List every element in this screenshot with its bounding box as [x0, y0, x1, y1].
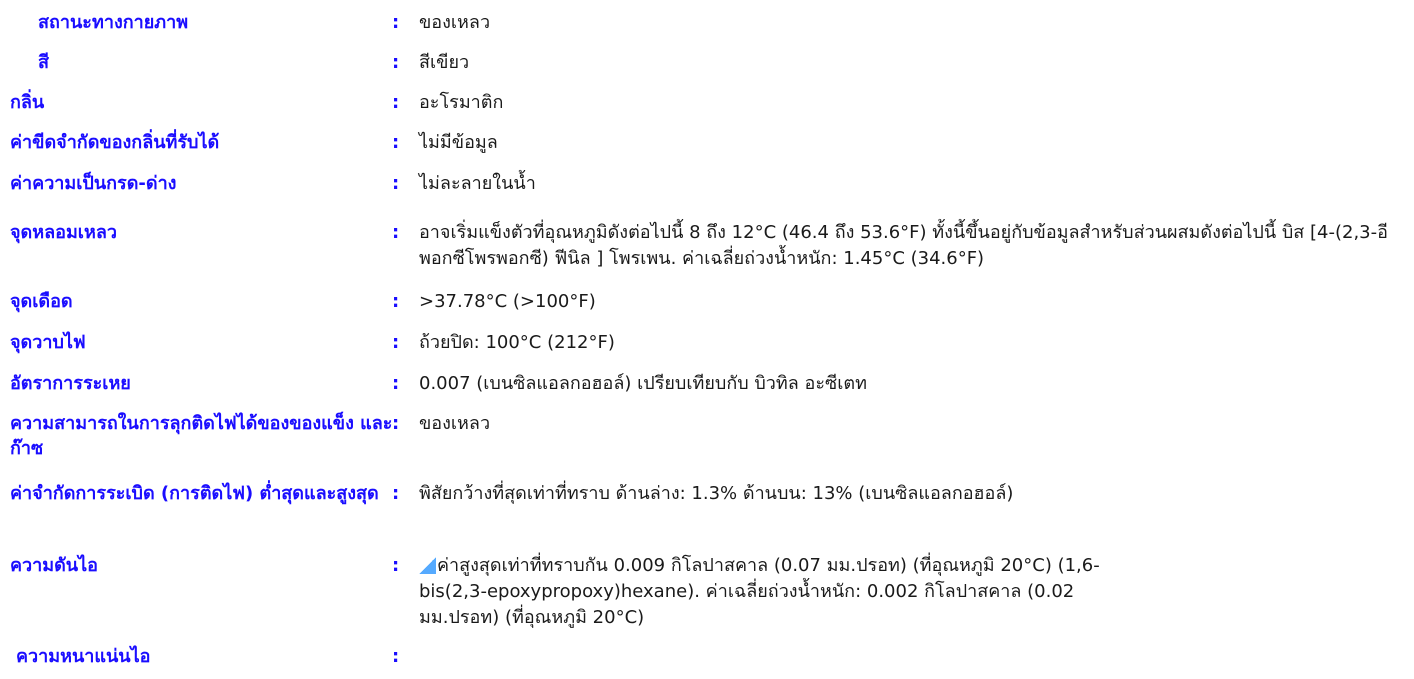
colon-separator: :: [392, 173, 400, 194]
colon-separator: :: [392, 483, 400, 504]
property-value: พิสัยกว้างที่สุดเท่าที่ทราบ ด้านล่าง: 1.…: [419, 483, 1014, 504]
property-value: ไม่ละลายในน้ำ: [419, 173, 536, 194]
colon-separator: :: [392, 291, 400, 312]
property-value: 0.007 (เบนซิลแอลกอฮอล์) เปรียบเทียบกับ บ…: [419, 373, 867, 394]
property-label: กลิ่น: [10, 92, 45, 113]
property-value: ของเหลว: [419, 413, 491, 434]
property-value: ค่าสูงสุดเท่าที่ทราบกัน 0.009 กิโลปาสคาล…: [419, 553, 1119, 631]
colon-separator: :: [392, 132, 400, 153]
property-label: ค่าความเป็นกรด-ด่าง: [10, 173, 177, 194]
property-value: อาจเริ่มแข็งตัวที่อุณหภูมิดังต่อไปนี้ 8 …: [419, 222, 1388, 269]
property-label: ความสามารถในการลุกติดไฟได้ของของแข็ง และ…: [10, 413, 393, 459]
property-value-text: ค่าสูงสุดเท่าที่ทราบกัน 0.009 กิโลปาสคาล…: [419, 555, 1100, 628]
colon-separator: :: [392, 52, 400, 73]
property-label: ความดันไอ: [10, 555, 98, 576]
property-value: ของเหลว: [419, 12, 491, 33]
colon-separator: :: [392, 646, 400, 667]
property-value: ถ้วยปิด: 100°C (212°F): [419, 332, 615, 353]
colon-separator: :: [392, 12, 400, 33]
property-value: สีเขียว: [419, 52, 470, 73]
property-label: สถานะทางกายภาพ: [38, 12, 189, 33]
property-label: อัตราการระเหย: [10, 373, 131, 394]
colon-separator: :: [392, 373, 400, 394]
property-label: ความหนาแน่นไอ: [16, 646, 151, 667]
property-label: ค่าจำกัดการระเบิด (การติดไฟ) ต่ำสุดและสู…: [10, 483, 379, 504]
property-label: สี: [38, 52, 49, 73]
colon-separator: :: [392, 555, 400, 576]
property-label: ค่าขีดจำกัดของกลิ่นที่รับได้: [10, 132, 220, 153]
property-label: จุดหลอมเหลว: [10, 222, 117, 243]
colon-separator: :: [392, 92, 400, 113]
property-value: ไม่มีข้อมูล: [419, 132, 498, 153]
colon-separator: :: [392, 332, 400, 353]
property-value: >37.78°C (>100°F): [419, 291, 596, 312]
colon-separator: :: [392, 413, 400, 434]
colon-separator: :: [392, 222, 400, 243]
property-label: จุดวาบไฟ: [10, 332, 86, 353]
property-label: จุดเดือด: [10, 291, 73, 312]
property-value: อะโรมาติก: [419, 92, 504, 113]
flag-icon: [419, 557, 436, 574]
